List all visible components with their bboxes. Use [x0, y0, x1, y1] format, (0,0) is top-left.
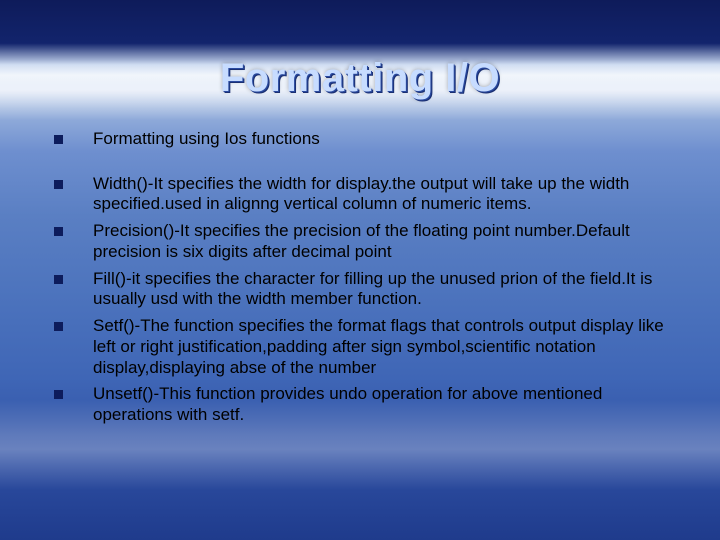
bullet-icon	[54, 180, 63, 189]
bullet-icon	[54, 390, 63, 399]
bullet-text: Unsetf()-This function provides undo ope…	[93, 384, 666, 425]
bullet-text: Setf()-The function specifies the format…	[93, 316, 666, 378]
slide-content: Formatting using Ios functions Width()-I…	[0, 101, 720, 426]
bullet-item: Precision()-It specifies the precision o…	[54, 221, 666, 262]
bullet-item: Fill()-it specifies the character for fi…	[54, 269, 666, 310]
bullet-icon	[54, 275, 63, 284]
bullet-icon	[54, 322, 63, 331]
bullet-text: Formatting using Ios functions	[93, 129, 666, 150]
bullet-lead: Formatting using Ios functions	[54, 129, 666, 150]
bullet-item: Setf()-The function specifies the format…	[54, 316, 666, 378]
bullet-item: Width()-It specifies the width for displ…	[54, 174, 666, 215]
bullet-icon	[54, 227, 63, 236]
slide: Formatting I/O Formatting using Ios func…	[0, 0, 720, 540]
bullet-icon	[54, 135, 63, 144]
bullet-text: Fill()-it specifies the character for fi…	[93, 269, 666, 310]
bullet-item: Unsetf()-This function provides undo ope…	[54, 384, 666, 425]
slide-title: Formatting I/O	[0, 0, 720, 101]
bullet-text: Width()-It specifies the width for displ…	[93, 174, 666, 215]
bullet-text: Precision()-It specifies the precision o…	[93, 221, 666, 262]
